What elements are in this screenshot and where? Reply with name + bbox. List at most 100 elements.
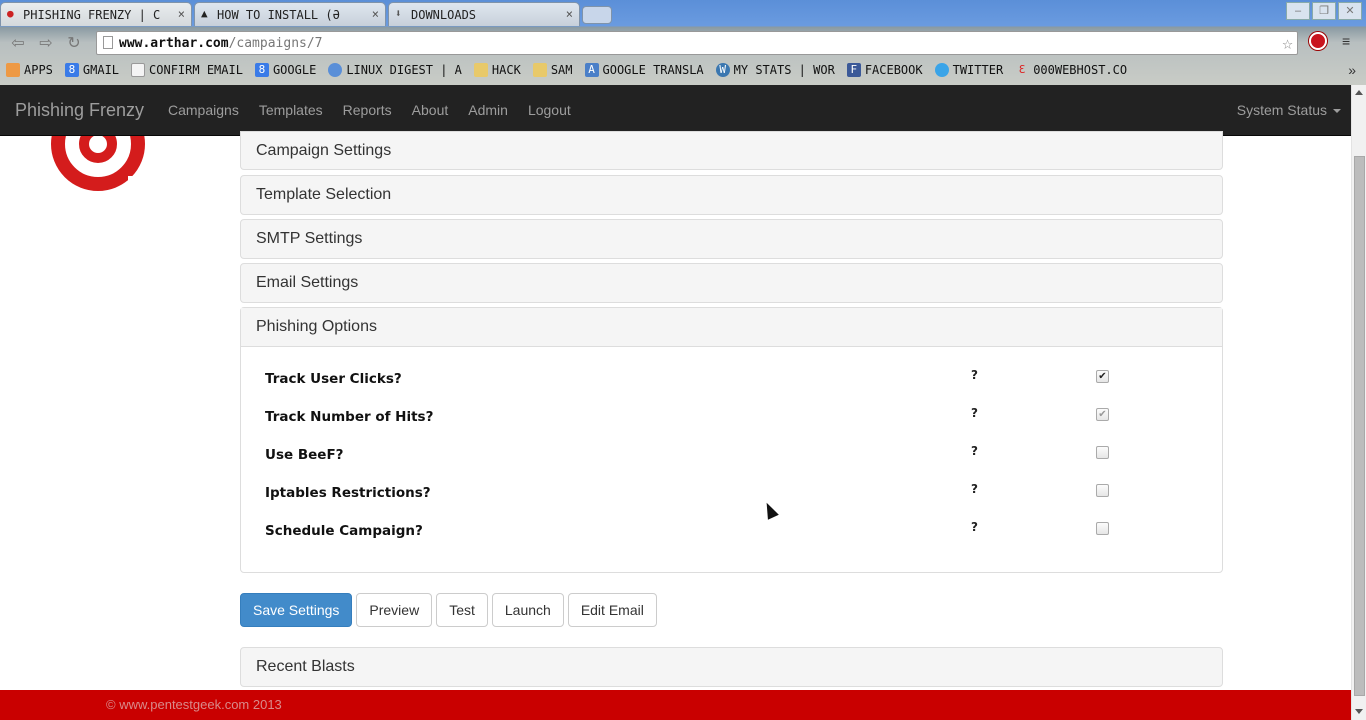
page-icon [131, 63, 146, 77]
bookmark-label: Facebook [864, 63, 923, 77]
toolbar: ⇦ ⇨ ↻ www.arthar.com/campaigns/7 ☆ [0, 30, 1366, 56]
brand-link[interactable]: Phishing Frenzy [15, 100, 144, 121]
tab-title: How to Install (ə [217, 7, 340, 22]
bookmark-star-icon[interactable]: ☆ [1282, 33, 1293, 54]
linux-icon [328, 63, 343, 77]
close-tab-icon[interactable]: × [566, 7, 573, 21]
menu-icon[interactable]: ≡ [1342, 34, 1356, 48]
scroll-up-icon[interactable] [1355, 90, 1363, 95]
footer-copyright: © www.pentestgeek.com 2013 [106, 697, 282, 712]
close-tab-icon[interactable]: × [178, 7, 185, 21]
option-label: Iptables Restrictions? [265, 485, 431, 501]
option-schedule-campaign: Schedule Campaign? ? [265, 520, 1205, 543]
restore-icon[interactable]: ❐ [1312, 2, 1336, 20]
panel-smtp-settings[interactable]: SMTP Settings [240, 219, 1223, 259]
nav-reports[interactable]: Reports [333, 102, 402, 118]
linux-icon: ▲ [201, 7, 208, 20]
iptables-restrictions-checkbox[interactable] [1096, 484, 1109, 497]
nav-logout[interactable]: Logout [518, 102, 581, 118]
panel-title: Email Settings [256, 274, 359, 291]
system-status-dropdown[interactable]: System Status [1237, 102, 1341, 118]
nav-about[interactable]: About [402, 102, 459, 118]
bookmark-google-translate[interactable]: A Google Transla [579, 63, 710, 77]
forward-icon[interactable]: ⇨ [36, 33, 56, 53]
help-icon[interactable]: ? [971, 406, 978, 420]
test-button[interactable]: Test [436, 593, 488, 627]
scroll-down-icon[interactable] [1355, 709, 1363, 714]
track-number-of-hits-checkbox[interactable]: ✔ [1096, 408, 1109, 421]
bookmark-label: Gmail [82, 63, 120, 77]
vertical-scrollbar[interactable] [1351, 85, 1366, 720]
bookmark-my-stats[interactable]: W My Stats | Wor [710, 63, 841, 77]
option-track-user-clicks: Track User Clicks? ? ✔ [265, 368, 1205, 391]
option-label: Schedule Campaign? [265, 523, 423, 539]
bookmarks-overflow-icon[interactable]: » [1348, 62, 1356, 78]
save-settings-button[interactable]: Save Settings [240, 593, 353, 627]
new-tab-button[interactable] [582, 6, 612, 24]
panel-header[interactable]: Phishing Options [241, 308, 1222, 347]
nav-admin[interactable]: Admin [458, 102, 518, 118]
nav-campaigns[interactable]: Campaigns [158, 102, 249, 118]
google-icon: 8 [254, 63, 269, 77]
panel-phishing-options: Phishing Options Track User Clicks? ? ✔ … [240, 307, 1223, 573]
bookmark-label: Apps [24, 63, 53, 77]
bookmark-apps[interactable]: Apps [0, 63, 59, 77]
panel-recent-blasts[interactable]: Recent Blasts [240, 647, 1223, 687]
panel-title: Phishing Options [256, 318, 377, 335]
adblock-icon[interactable] [1309, 32, 1327, 50]
tab-downloads[interactable]: ⬇ Downloads × [388, 2, 580, 26]
tab-title: Phishing Frenzy | C [23, 7, 161, 22]
address-bar[interactable]: www.arthar.com/campaigns/7 ☆ [96, 31, 1298, 55]
folder-icon [473, 63, 488, 77]
page-icon [103, 36, 113, 49]
bookmark-twitter[interactable]: Twitter [929, 63, 1010, 77]
close-tab-icon[interactable]: × [372, 7, 379, 21]
bookmark-000webhost[interactable]: ɛ 000webhost.co [1009, 63, 1133, 77]
bookmark-google[interactable]: 8 Google [249, 63, 322, 77]
help-icon[interactable]: ? [971, 482, 978, 496]
caret-down-icon [1333, 109, 1341, 114]
nav-templates[interactable]: Templates [249, 102, 333, 118]
download-icon: ⬇ [395, 7, 402, 20]
launch-button[interactable]: Launch [491, 593, 564, 627]
wordpress-icon: W [715, 63, 730, 77]
app-navbar: Phishing Frenzy Campaigns Templates Repo… [0, 85, 1351, 136]
bookmark-hack[interactable]: Hack [468, 63, 527, 77]
preview-button[interactable]: Preview [356, 593, 433, 627]
facebook-icon: f [846, 63, 861, 77]
url-host: www.arthar.com [119, 35, 229, 51]
twitter-icon [934, 63, 949, 77]
close-window-icon[interactable]: ✕ [1338, 2, 1362, 20]
bookmark-label: Linux Digest | A [346, 63, 462, 77]
bug-icon: ● [7, 7, 14, 20]
panel-email-settings[interactable]: Email Settings [240, 263, 1223, 303]
tab-how-to-install[interactable]: ▲ How to Install (ə × [194, 2, 386, 26]
option-label: Track User Clicks? [265, 371, 402, 387]
help-icon[interactable]: ? [971, 368, 978, 382]
tab-phishing-frenzy[interactable]: ● Phishing Frenzy | C × [0, 2, 192, 26]
use-beef-checkbox[interactable] [1096, 446, 1109, 459]
bookmark-confirm-email[interactable]: Confirm Email [125, 63, 249, 77]
reload-icon[interactable]: ↻ [64, 33, 84, 53]
panel-template-selection[interactable]: Template Selection [240, 175, 1223, 215]
bookmark-label: My Stats | Wor [733, 63, 835, 77]
bookmark-linux-digest[interactable]: Linux Digest | A [322, 63, 468, 77]
bookmark-gmail[interactable]: 8 Gmail [59, 63, 125, 77]
minimize-icon[interactable]: – [1286, 2, 1310, 20]
translate-icon: A [584, 63, 599, 77]
scrollbar-thumb[interactable] [1354, 156, 1365, 696]
system-status-label: System Status [1236, 102, 1327, 118]
webhost-icon: ɛ [1018, 63, 1026, 76]
back-icon[interactable]: ⇦ [8, 33, 28, 53]
option-label: Track Number of Hits? [265, 409, 434, 425]
browser-chrome: ● Phishing Frenzy | C × ▲ How to Install… [0, 0, 1366, 85]
panel-campaign-settings[interactable]: Campaign Settings [240, 131, 1223, 170]
edit-email-button[interactable]: Edit Email [567, 593, 657, 627]
schedule-campaign-checkbox[interactable] [1096, 522, 1109, 535]
track-user-clicks-checkbox[interactable]: ✔ [1096, 370, 1109, 383]
bookmark-facebook[interactable]: f Facebook [841, 63, 929, 77]
help-icon[interactable]: ? [971, 444, 978, 458]
tab-strip: ● Phishing Frenzy | C × ▲ How to Install… [0, 0, 612, 26]
bookmark-sam[interactable]: Sam [527, 63, 579, 77]
help-icon[interactable]: ? [971, 520, 978, 534]
